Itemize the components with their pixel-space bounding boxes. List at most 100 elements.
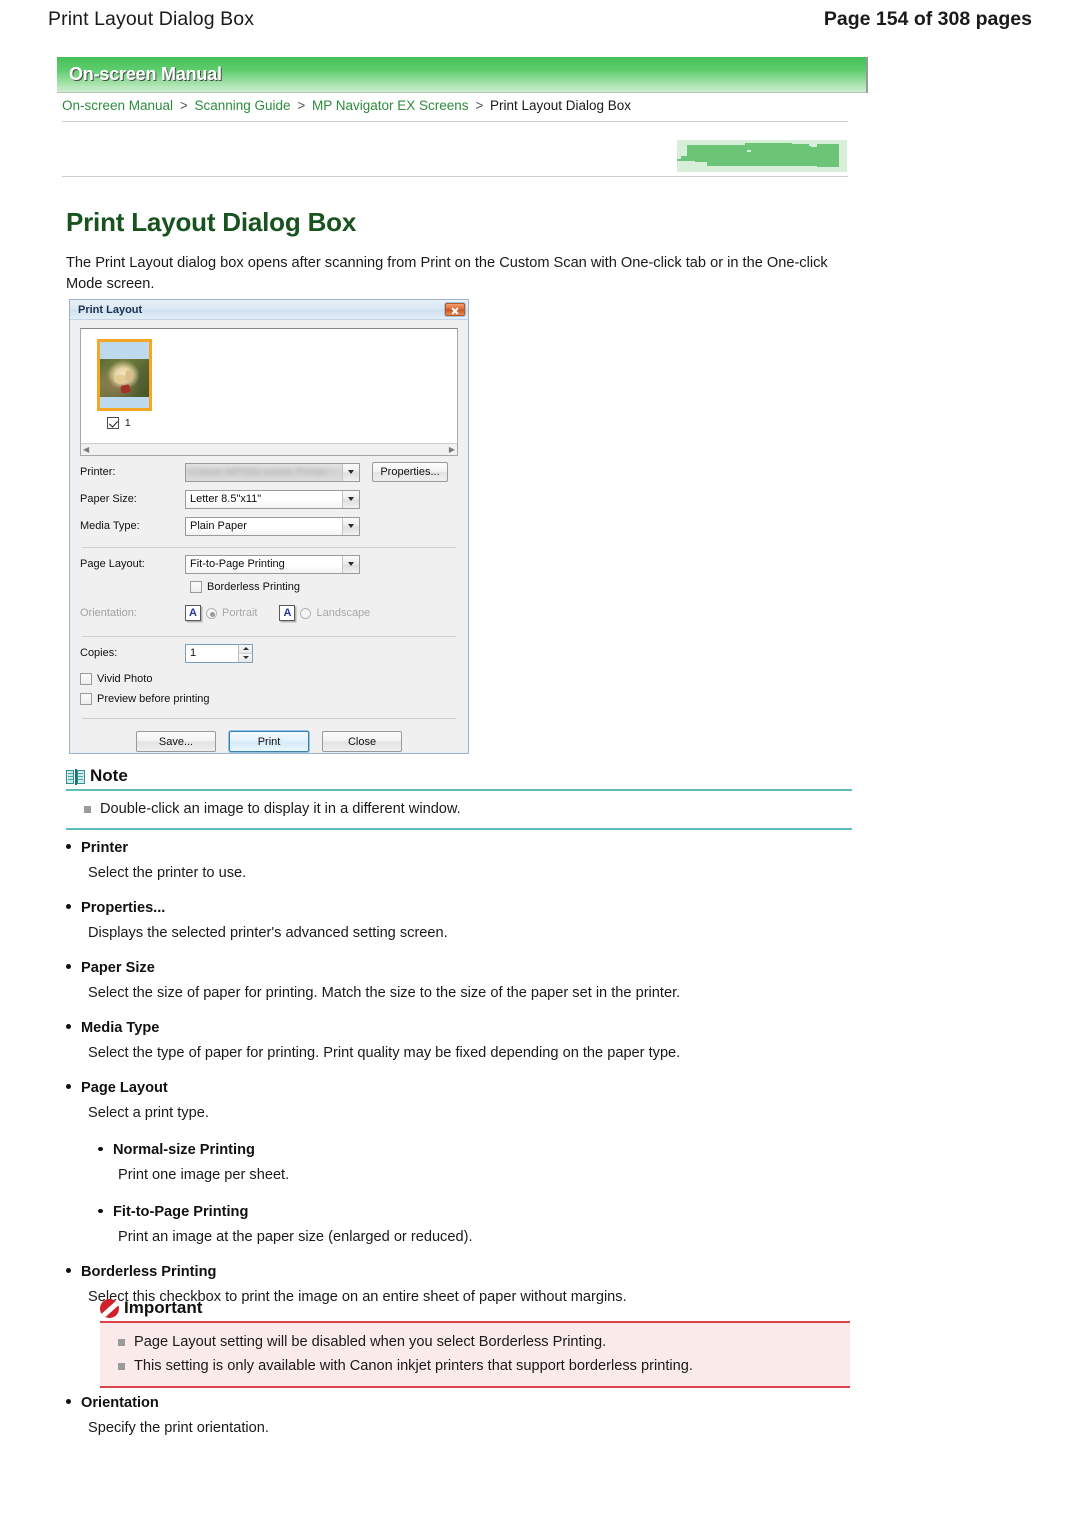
prohibition-icon [100, 1299, 119, 1318]
bullet-icon [66, 844, 71, 849]
chevron-down-icon[interactable] [342, 490, 359, 508]
print-layout-dialog: Print Layout 1 ◀ ▶ Printer: Canon MP990 … [69, 299, 469, 754]
landscape-label: Landscape [316, 607, 371, 619]
thumbnail-pane[interactable]: 1 ◀ ▶ [80, 328, 458, 456]
note-heading-label: Note [90, 766, 128, 785]
breadcrumb-separator: > [179, 98, 188, 113]
definition-description: Displays the selected printer's advanced… [88, 925, 448, 941]
decorative-banner-image [677, 140, 847, 172]
dialog-buttons: Save... Print Close [80, 731, 458, 752]
page-header: Print Layout Dialog Box Page 154 of 308 … [0, 0, 1080, 38]
copies-value: 1 [190, 647, 197, 659]
definition-description: Print one image per sheet. [118, 1167, 290, 1183]
note-heading: Note [66, 766, 852, 789]
breadcrumb: On-screen Manual > Scanning Guide > MP N… [62, 97, 862, 115]
sub-definition-list: Normal-size Printing Print one image per… [98, 1142, 856, 1248]
vivid-photo-row[interactable]: Vivid Photo [80, 673, 458, 685]
definition-term: Normal-size Printing [98, 1142, 856, 1158]
landscape-radio[interactable] [300, 607, 312, 619]
scroll-right-icon[interactable]: ▶ [449, 445, 455, 454]
dialog-close-button[interactable]: Close [322, 731, 402, 752]
paper-size-value: Letter 8.5"x11" [190, 493, 262, 505]
thumbnail-item[interactable] [97, 339, 152, 411]
definition-term: Orientation [66, 1395, 856, 1411]
important-heading-label: Important [124, 1298, 203, 1317]
note-item-text: Double-click an image to display it in a… [100, 801, 461, 817]
definition-term-label: Printer [81, 840, 129, 856]
stepper-up-icon[interactable] [239, 644, 252, 654]
banner-label: On-screen Manual [69, 64, 222, 84]
list-item: This setting is only available with Cano… [118, 1354, 850, 1378]
borderless-printing-label: Borderless Printing [207, 581, 300, 593]
bullet-icon [98, 1146, 103, 1151]
divider [82, 636, 456, 637]
thumbnail-index-label: 1 [125, 417, 131, 429]
thumbnail-checkbox[interactable] [107, 417, 119, 429]
vivid-photo-checkbox[interactable] [80, 673, 92, 685]
chevron-down-icon[interactable] [342, 463, 359, 481]
borderless-printing-row[interactable]: Borderless Printing [190, 581, 458, 593]
divider [82, 547, 456, 548]
chevron-down-icon[interactable] [342, 517, 359, 535]
square-bullet-icon [118, 1363, 125, 1370]
definition-description: Select a print type. [88, 1105, 209, 1121]
definition-term-label: Media Type [81, 1020, 160, 1036]
page-layout-select[interactable]: Fit-to-Page Printing [185, 554, 360, 574]
orientation-label: Orientation: [80, 607, 137, 619]
media-type-select[interactable]: Plain Paper [185, 516, 360, 536]
definition-term-label: Orientation [81, 1395, 159, 1411]
orientation-landscape-option[interactable]: A Landscape [279, 605, 370, 621]
print-button[interactable]: Print [229, 731, 309, 752]
list-item: Double-click an image to display it in a… [84, 799, 852, 820]
dialog-title: Print Layout [78, 303, 143, 316]
bullet-icon [98, 1208, 103, 1213]
stepper-buttons[interactable] [238, 644, 252, 662]
breadcrumb-item-1[interactable]: Scanning Guide [194, 98, 290, 113]
preview-before-printing-checkbox[interactable] [80, 693, 92, 705]
square-bullet-icon [84, 806, 91, 813]
breadcrumb-item-0[interactable]: On-screen Manual [62, 98, 173, 113]
breadcrumb-separator: > [475, 98, 484, 113]
landscape-icon: A [279, 605, 296, 621]
thumbnail-check-row[interactable]: 1 [107, 417, 131, 429]
definition-description: Select the size of paper for printing. M… [88, 985, 681, 1001]
media-type-value: Plain Paper [190, 520, 247, 532]
bullet-icon [66, 1268, 71, 1273]
definition-term: Fit-to-Page Printing [98, 1204, 856, 1220]
portrait-label: Portrait [222, 607, 258, 619]
printer-select[interactable]: Canon MP990 series Printer [185, 462, 360, 482]
page-layout-value: Fit-to-Page Printing [190, 558, 285, 570]
bullet-icon [66, 904, 71, 909]
chevron-down-icon[interactable] [342, 555, 359, 573]
section-title: Print Layout Dialog Box [66, 207, 357, 238]
definition-term: Printer [66, 840, 856, 856]
important-heading: Important [100, 1298, 850, 1321]
thumbnail-image [100, 359, 149, 397]
portrait-radio[interactable] [206, 607, 217, 619]
paper-size-select[interactable]: Letter 8.5"x11" [185, 489, 360, 509]
preview-before-printing-row[interactable]: Preview before printing [80, 693, 458, 705]
horizontal-scrollbar[interactable]: ◀ ▶ [81, 443, 457, 455]
bullet-icon [66, 964, 71, 969]
close-icon[interactable] [445, 303, 465, 316]
properties-button[interactable]: Properties... [372, 462, 448, 482]
divider [66, 828, 852, 830]
important-callout: Important Page Layout setting will be di… [100, 1298, 850, 1388]
square-bullet-icon [118, 1339, 125, 1346]
borderless-printing-checkbox[interactable] [190, 581, 202, 593]
dialog-titlebar: Print Layout [70, 300, 468, 320]
breadcrumb-item-2[interactable]: MP Navigator EX Screens [312, 98, 469, 113]
copies-stepper[interactable]: 1 [185, 643, 253, 663]
definition-term: Paper Size [66, 960, 856, 976]
scroll-left-icon[interactable]: ◀ [83, 445, 89, 454]
definition-term-label: Normal-size Printing [113, 1142, 255, 1158]
save-button[interactable]: Save... [136, 731, 216, 752]
printer-row: Printer: Canon MP990 series Printer Prop… [80, 461, 458, 483]
definition-description: Specify the print orientation. [88, 1420, 269, 1436]
page-counter: Page 154 of 308 pages [823, 7, 1032, 30]
copies-row: Copies: 1 [80, 642, 458, 664]
orientation-row: Orientation: A Portrait A Landscape [80, 602, 458, 624]
paper-size-label: Paper Size: [80, 493, 137, 505]
orientation-portrait-option[interactable]: A Portrait [185, 605, 257, 621]
stepper-down-icon[interactable] [239, 653, 252, 662]
